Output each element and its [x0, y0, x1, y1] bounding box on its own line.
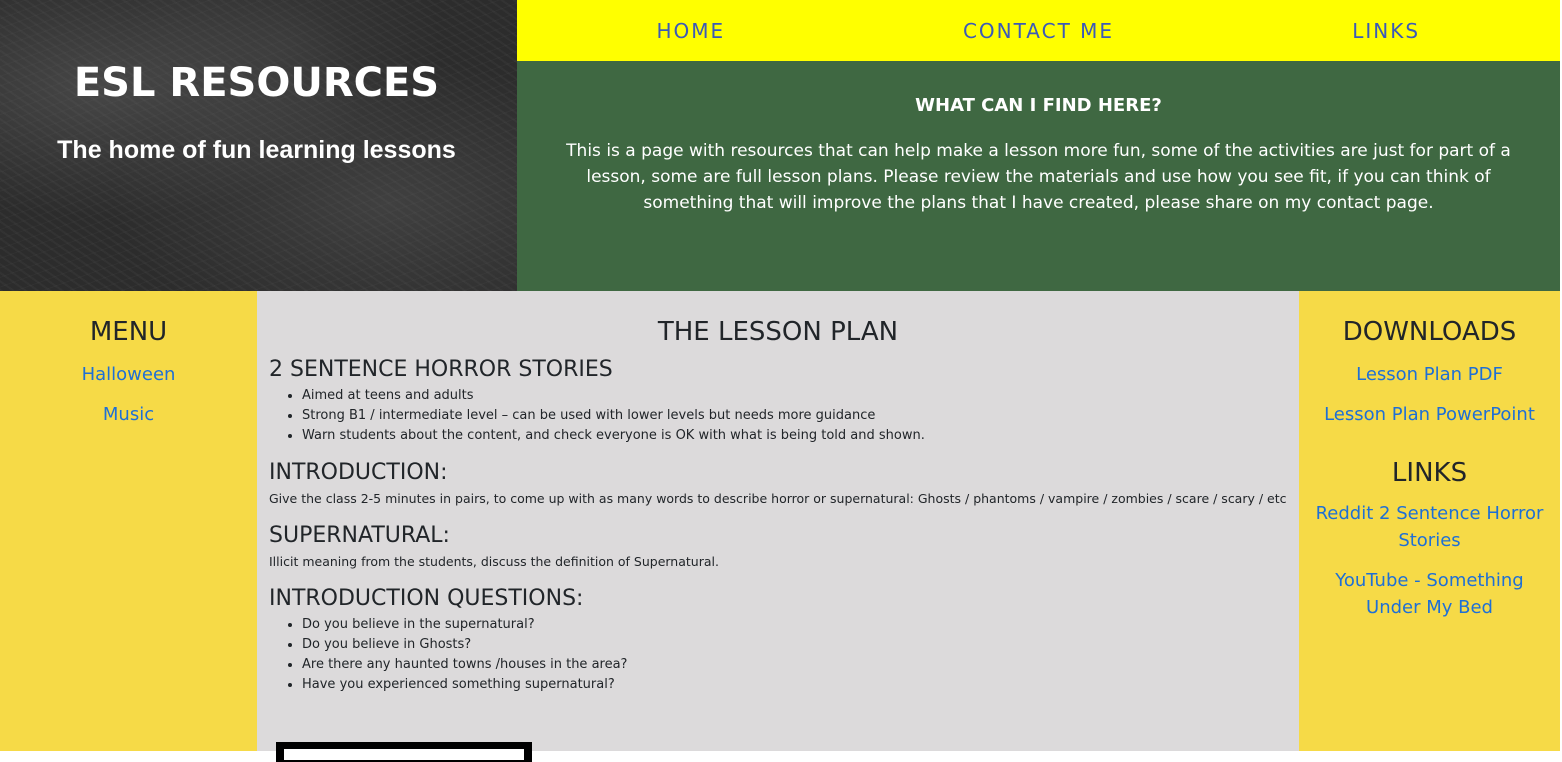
- list-item: Are there any haunted towns /houses in t…: [302, 655, 1287, 675]
- intro-heading: WHAT CAN I FIND HERE?: [915, 95, 1162, 116]
- download-lesson-plan-powerpoint[interactable]: Lesson Plan PowerPoint: [1299, 401, 1560, 428]
- supernatural-text: Illicit meaning from the students, discu…: [269, 554, 719, 569]
- left-menu: MENU Halloween Music: [0, 291, 257, 751]
- nav-contact-link[interactable]: CONTACT ME: [865, 0, 1213, 61]
- questions-heading: INTRODUCTION QUESTIONS:: [269, 586, 584, 611]
- site-title: ESL RESOURCES: [73, 60, 440, 106]
- supernatural-heading: SUPERNATURAL:: [269, 523, 450, 548]
- menu-item-music[interactable]: Music: [0, 401, 257, 428]
- embedded-video-inner: [282, 747, 526, 762]
- lesson-content: THE LESSON PLAN 2 SENTENCE HORROR STORIE…: [257, 291, 1299, 762]
- list-item: Strong B1 / intermediate level – can be …: [302, 406, 1287, 426]
- intro-text: This is a page with resources that can h…: [566, 141, 1511, 213]
- introduction-heading: INTRODUCTION:: [269, 460, 448, 485]
- list-item: Warn students about the content, and che…: [302, 426, 1287, 446]
- list-item: Do you believe in the supernatural?: [302, 615, 1287, 635]
- introduction-text: Give the class 2-5 minutes in pairs, to …: [269, 491, 1287, 506]
- menu-heading: MENU: [89, 317, 168, 347]
- right-sidebar: DOWNLOADS Lesson Plan PDF Lesson Plan Po…: [1299, 291, 1560, 751]
- intro-section: WHAT CAN I FIND HERE? This is a page wit…: [517, 61, 1560, 291]
- downloads-heading: DOWNLOADS: [1342, 317, 1517, 347]
- embedded-video-frame[interactable]: [276, 742, 532, 762]
- lesson-body: 2 SENTENCE HORROR STORIES Aimed at teens…: [257, 357, 1299, 695]
- nav-links-link[interactable]: LINKS: [1212, 0, 1560, 61]
- story-points-list: Aimed at teens and adults Strong B1 / in…: [269, 386, 1287, 446]
- list-item: Aimed at teens and adults: [302, 386, 1287, 406]
- menu-item-halloween[interactable]: Halloween: [0, 361, 257, 388]
- site-tagline: The home of fun learning lessons: [57, 136, 456, 164]
- list-item: Do you believe in Ghosts?: [302, 635, 1287, 655]
- lesson-title: THE LESSON PLAN: [657, 317, 899, 347]
- links-heading: LINKS: [1391, 458, 1468, 488]
- top-navigation: HOME CONTACT ME LINKS: [517, 0, 1560, 61]
- story-heading: 2 SENTENCE HORROR STORIES: [269, 357, 613, 382]
- link-youtube-something-under-my-bed[interactable]: YouTube - Something Under My Bed: [1299, 567, 1560, 621]
- header-banner: ESL RESOURCES The home of fun learning l…: [0, 0, 517, 291]
- link-reddit-horror-stories[interactable]: Reddit 2 Sentence Horror Stories: [1299, 500, 1560, 554]
- questions-list: Do you believe in the supernatural? Do y…: [269, 615, 1287, 695]
- list-item: Have you experienced something supernatu…: [302, 675, 1287, 695]
- download-lesson-plan-pdf[interactable]: Lesson Plan PDF: [1299, 361, 1560, 388]
- nav-home-link[interactable]: HOME: [517, 0, 865, 61]
